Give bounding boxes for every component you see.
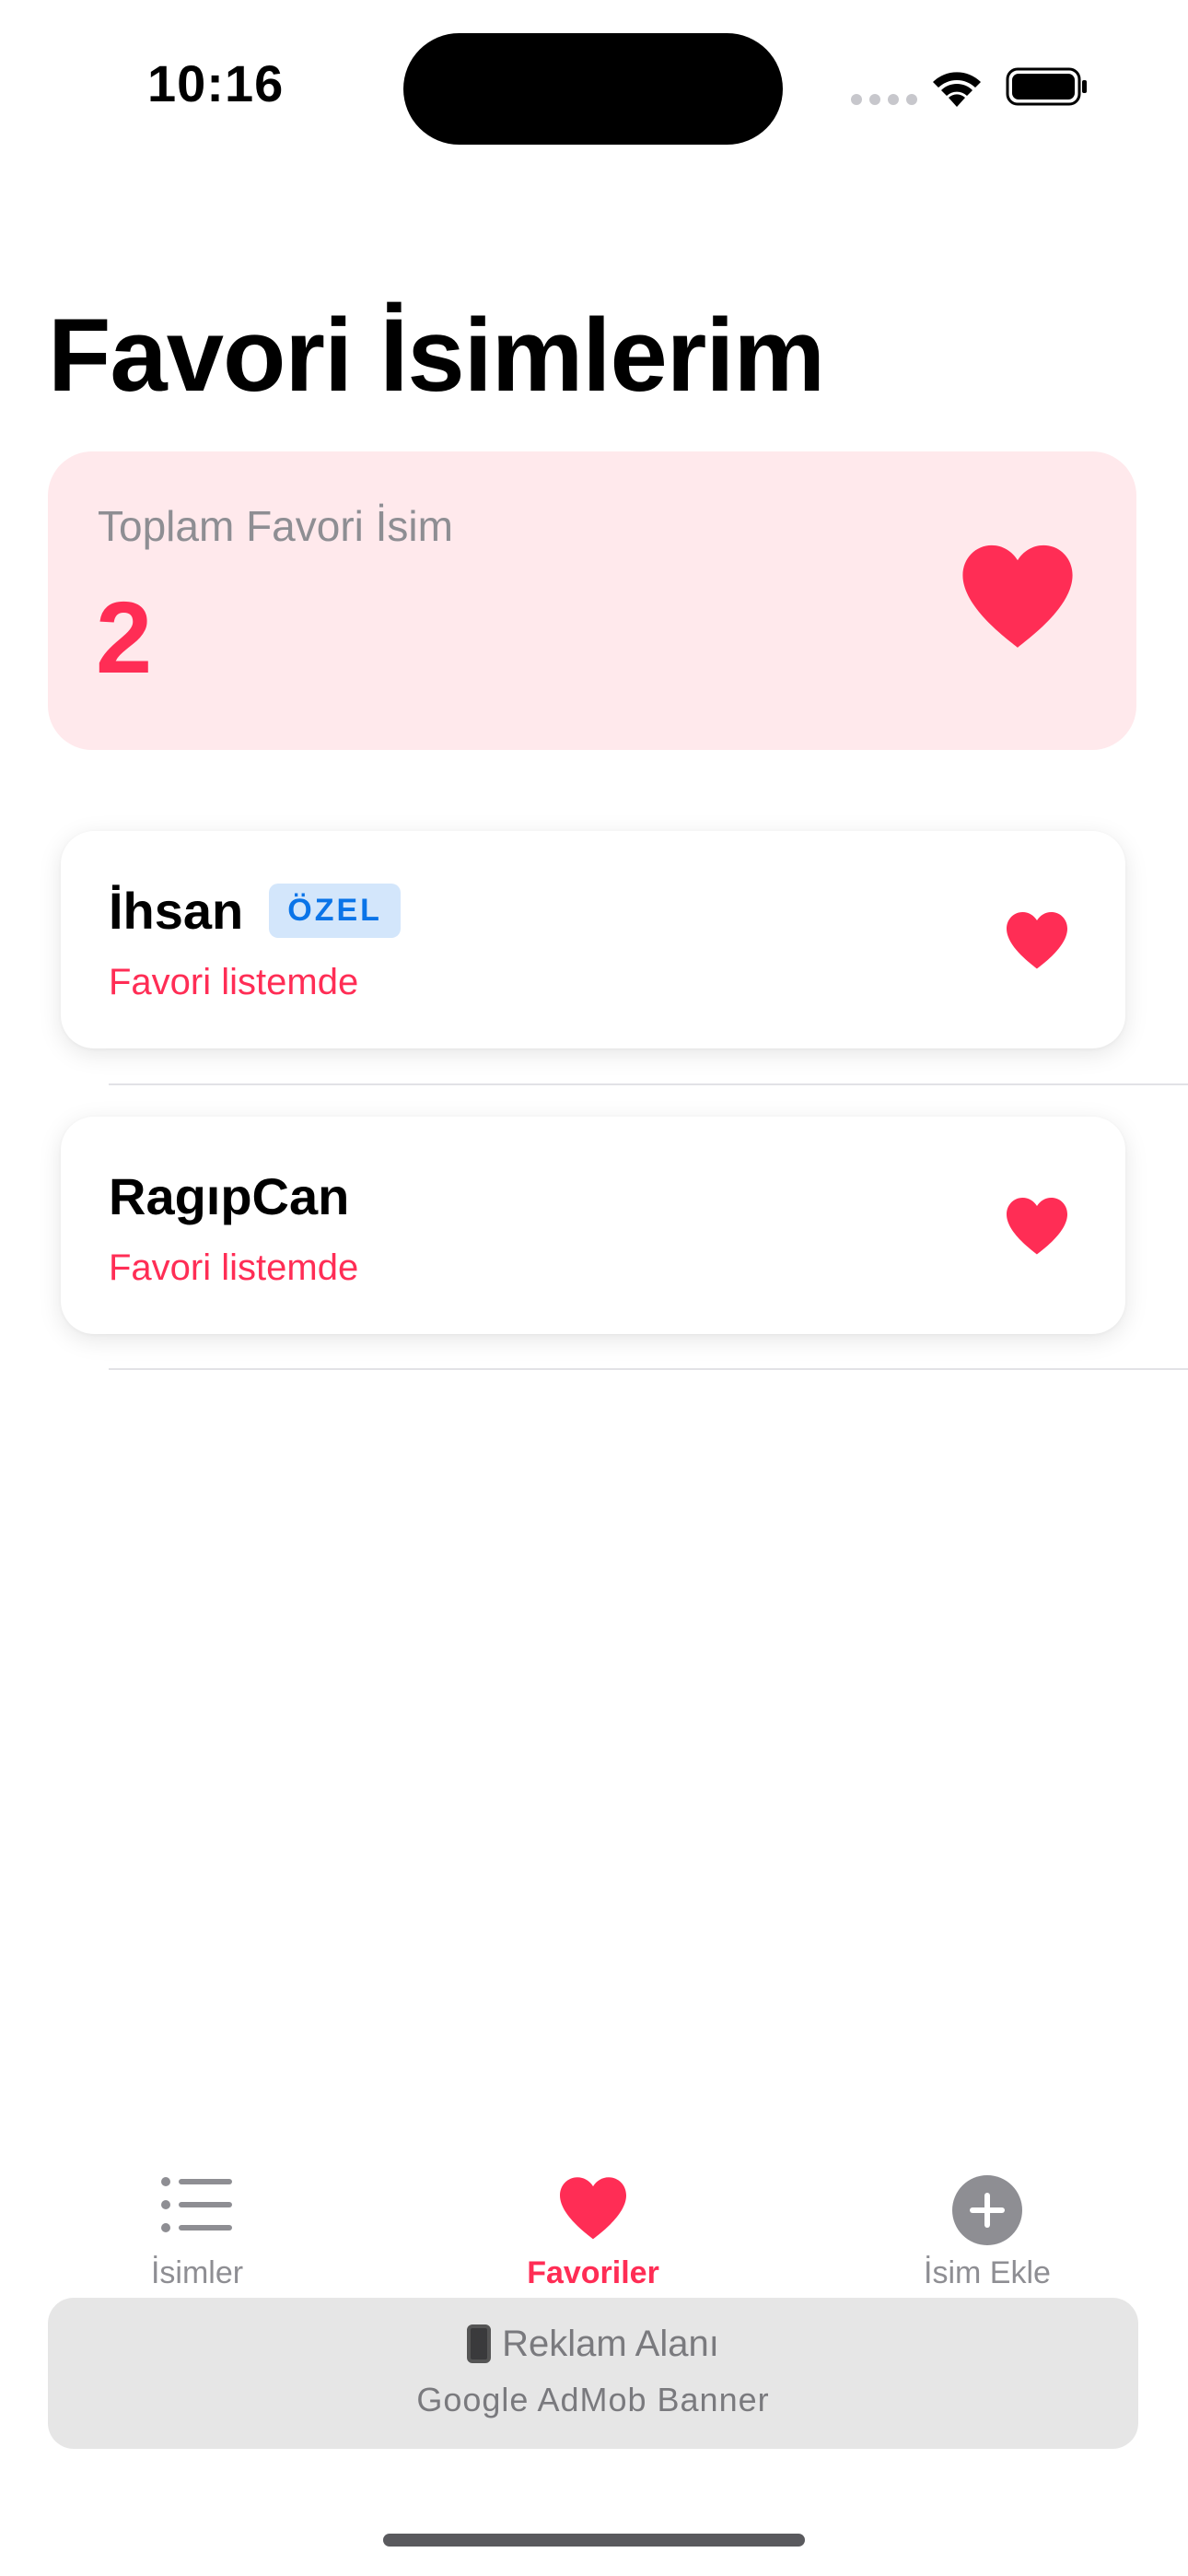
status-time: 10:16: [147, 54, 285, 112]
status-bar: 10:16: [0, 0, 1188, 175]
list-item[interactable]: İhsan ÖZEL Favori listemde: [61, 831, 1125, 1048]
dynamic-island: [403, 33, 783, 145]
summary-count: 2: [96, 581, 153, 695]
home-indicator[interactable]: [383, 2534, 805, 2547]
ad-banner[interactable]: Reklam Alanı Google AdMob Banner: [48, 2298, 1138, 2449]
heart-icon[interactable]: [1004, 908, 1070, 971]
list-separator: [109, 1083, 1188, 1085]
list-item-title-line: RagıpCan: [109, 1166, 349, 1226]
ad-title-line: Reklam Alanı: [48, 2324, 1138, 2365]
heart-icon: [962, 544, 1073, 648]
heart-icon[interactable]: [1004, 1194, 1070, 1257]
special-badge: ÖZEL: [269, 884, 401, 938]
tab-isim-ekle[interactable]: İsim Ekle: [849, 2156, 1125, 2294]
tab-favoriler[interactable]: Favoriler: [455, 2156, 731, 2294]
tab-bar: İsimler Favoriler İsim Ekle: [0, 2156, 1188, 2294]
plus-circle-icon: [952, 2175, 1022, 2245]
summary-label: Toplam Favori İsim: [98, 502, 453, 550]
list-item-subtitle: Favori listemde: [109, 1247, 359, 1288]
tab-label: İsimler: [150, 2255, 244, 2290]
page-title: Favori İsimlerim: [48, 298, 825, 413]
ad-title: Reklam Alanı: [502, 2324, 719, 2364]
favorites-summary-card: Toplam Favori İsim 2: [48, 451, 1136, 750]
list-item[interactable]: RagıpCan Favori listemde: [61, 1117, 1125, 1334]
tab-label: Favoriler: [527, 2255, 659, 2290]
list-separator: [109, 1368, 1188, 1370]
ad-subtitle: Google AdMob Banner: [416, 2381, 770, 2418]
list-item-name: RagıpCan: [109, 1167, 350, 1225]
cellular-signal-icon: [851, 94, 917, 105]
mobile-phone-icon: [467, 2324, 492, 2363]
heart-icon: [560, 2177, 626, 2240]
list-item-subtitle: Favori listemde: [109, 962, 359, 1002]
list-item-name: İhsan: [109, 882, 244, 940]
list-item-title-line: İhsan ÖZEL: [109, 881, 401, 941]
tab-isimler[interactable]: İsimler: [59, 2156, 335, 2294]
wifi-icon: [933, 72, 981, 107]
tab-label: İsim Ekle: [924, 2255, 1051, 2290]
list-icon: [161, 2177, 232, 2232]
battery-icon: [1006, 67, 1087, 106]
